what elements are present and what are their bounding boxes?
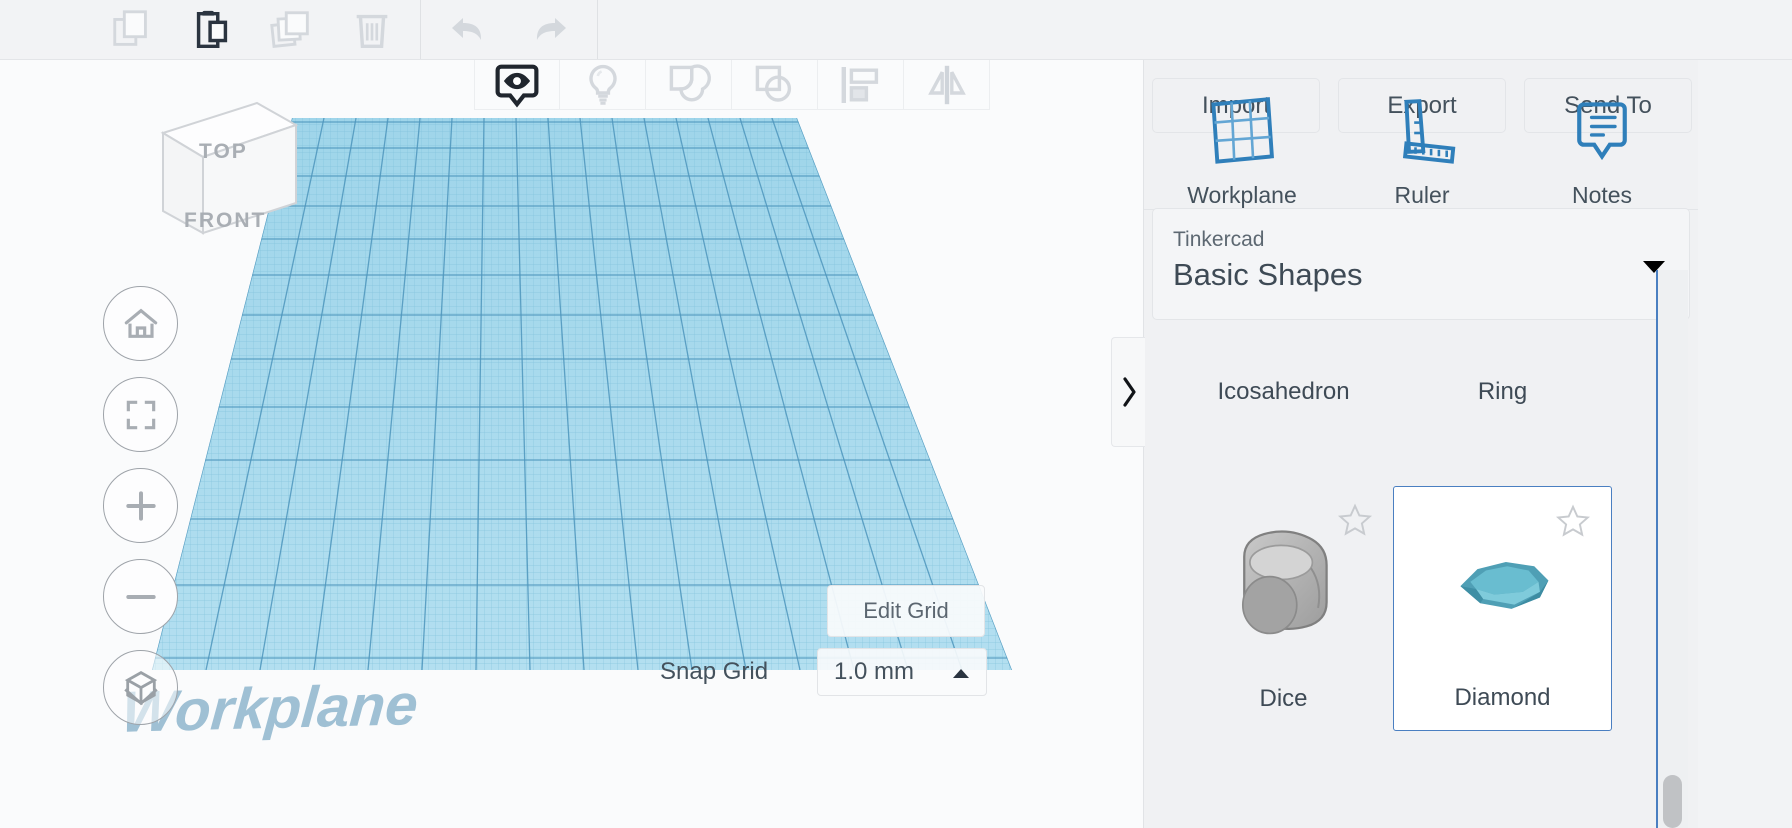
notes-tool[interactable]: Notes: [1512, 94, 1692, 209]
lightbulb-icon: [588, 64, 617, 105]
toolbar-divider: [420, 0, 421, 59]
snap-grid-select[interactable]: 1.0 mm: [817, 648, 987, 696]
paste-button[interactable]: [172, 0, 252, 59]
notes-callout-icon: [1577, 102, 1627, 161]
ungroup-shapes-icon: [755, 65, 791, 102]
library-collection: Basic Shapes: [1173, 257, 1363, 292]
panel-outer-background: [1698, 60, 1792, 828]
undo-arrow-icon: [452, 17, 482, 40]
ruler-icon: [1402, 99, 1456, 164]
view-cube-top-label: TOP: [199, 140, 248, 163]
eye-marker-icon: [495, 64, 539, 108]
right-panel: Import Export Send To Workplane Ruler No…: [1144, 60, 1698, 828]
favorite-star-icon[interactable]: [1337, 502, 1373, 543]
ungroup-button[interactable]: [732, 60, 818, 110]
show-hide-button[interactable]: [474, 60, 560, 110]
redo-button[interactable]: [509, 0, 589, 59]
workplane-tool-label: Workplane: [1187, 182, 1297, 208]
duplicate-icon: [270, 10, 309, 48]
view-cube-front-label: FRONT: [184, 209, 267, 232]
shape-name-ring: Ring: [1477, 378, 1528, 405]
align-icon: [841, 66, 878, 103]
shape-library-dropdown[interactable]: Tinkercad Basic Shapes: [1152, 208, 1690, 320]
copy-button[interactable]: [92, 0, 172, 59]
shape-row: Dice Diamond: [1174, 486, 1670, 731]
light-button[interactable]: [560, 60, 646, 110]
view-toolbar: [474, 60, 990, 110]
favorite-star-icon[interactable]: [1555, 503, 1591, 544]
shape-name-icosahedron: Icosahedron: [1217, 378, 1350, 405]
top-toolbar: [0, 0, 1792, 60]
group-button[interactable]: [646, 60, 732, 110]
snap-grid-value: 1.0 mm: [834, 658, 915, 685]
paste-icon: [196, 10, 228, 48]
minus-icon: [125, 594, 156, 599]
icosahedron-thumb: [1174, 334, 1393, 367]
ring-thumb: [1393, 334, 1612, 367]
align-button[interactable]: [818, 60, 904, 110]
ruler-tool-label: Ruler: [1394, 182, 1450, 208]
panel-scrollbar-track[interactable]: [1658, 270, 1688, 828]
panel-tools: Workplane Ruler Notes: [1152, 94, 1692, 209]
shape-row: Icosahedron Ring: [1174, 334, 1670, 424]
fit-brackets-icon: [126, 400, 155, 429]
duplicate-button[interactable]: [252, 0, 332, 59]
ruler-tool[interactable]: Ruler: [1332, 94, 1512, 209]
view-cube[interactable]: TOP FRONT: [141, 85, 301, 245]
shape-name-dice: Dice: [1259, 685, 1308, 712]
perspective-toggle-button[interactable]: [103, 650, 178, 725]
shape-name-diamond: Diamond: [1454, 684, 1551, 711]
shape-card-icosahedron[interactable]: Icosahedron: [1174, 334, 1393, 424]
zoom-in-button[interactable]: [103, 468, 178, 543]
chevron-right-icon: [1122, 377, 1136, 407]
group-shapes-icon: [669, 63, 711, 101]
shape-card-ring[interactable]: Ring: [1393, 334, 1612, 424]
shape-card-diamond[interactable]: Diamond: [1393, 486, 1612, 731]
caret-up-icon: [952, 667, 970, 685]
left-rail: [0, 60, 92, 828]
panel-header: Import Export Send To Workplane Ruler No…: [1144, 60, 1698, 210]
fit-view-button[interactable]: [103, 377, 178, 452]
toolbar-divider-2: [597, 0, 598, 59]
notes-tool-label: Notes: [1571, 182, 1633, 208]
trash-icon: [356, 14, 388, 48]
library-provider: Tinkercad: [1173, 228, 1265, 251]
shape-library-grid[interactable]: Icosahedron Ring Dice Diamond: [1174, 334, 1670, 828]
home-view-button[interactable]: [103, 286, 178, 361]
zoom-out-button[interactable]: [103, 559, 178, 634]
edit-grid-button[interactable]: Edit Grid: [827, 585, 985, 637]
workplane-grid-icon: [1211, 97, 1274, 164]
copy-icon: [113, 9, 147, 46]
plus-icon: [125, 490, 156, 521]
panel-scrollbar-thumb[interactable]: [1663, 775, 1682, 828]
shape-card-dice[interactable]: Dice: [1174, 486, 1393, 731]
mirror-icon: [927, 65, 966, 104]
undo-button[interactable]: [429, 0, 509, 59]
delete-button[interactable]: [332, 0, 412, 59]
panel-collapse-button[interactable]: [1111, 337, 1145, 447]
redo-arrow-icon: [536, 17, 566, 40]
home-icon: [124, 308, 157, 338]
cube-icon: [123, 670, 158, 705]
tinkercad-editor: Workplane TOP FRONT Edit Grid Snap Grid …: [0, 0, 1792, 828]
workplane-tool[interactable]: Workplane: [1152, 94, 1332, 209]
mirror-button[interactable]: [904, 60, 990, 110]
snap-grid-label: Snap Grid: [660, 658, 769, 685]
viewport-3d[interactable]: Workplane TOP FRONT Edit Grid Snap Grid …: [92, 60, 1144, 828]
